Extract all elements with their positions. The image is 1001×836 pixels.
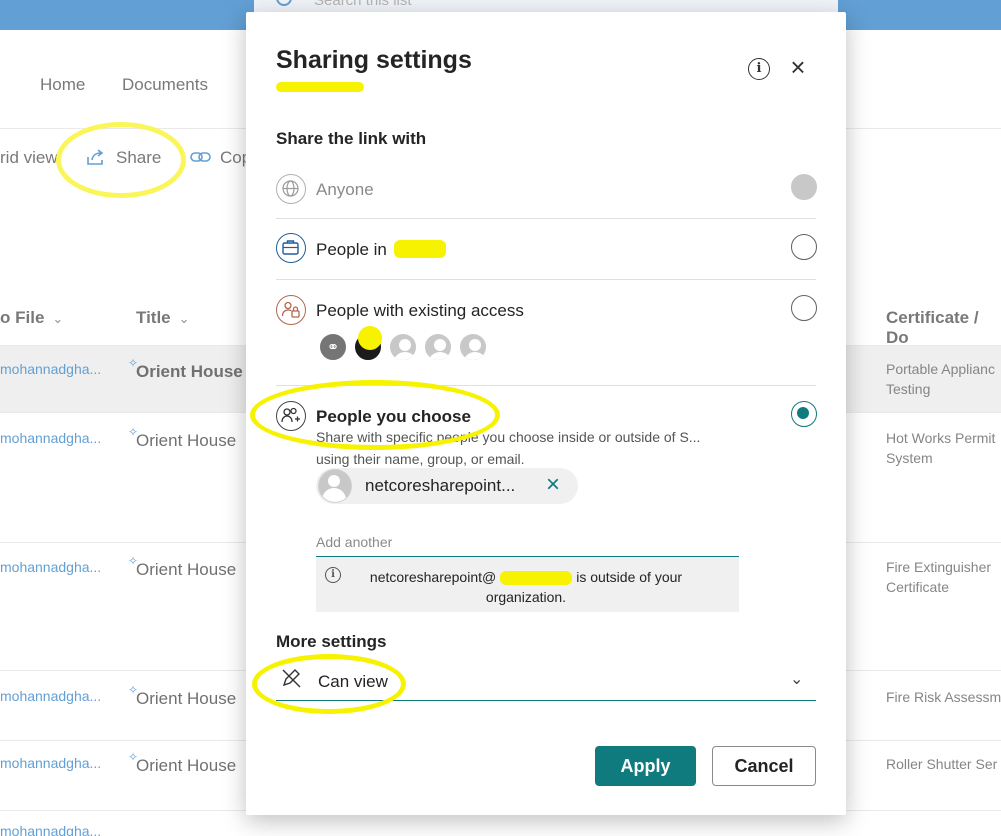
external-user-notice: i netcoresharepoint@ is outside of your o… bbox=[316, 557, 739, 612]
option-people-in-org[interactable]: People in bbox=[276, 232, 817, 276]
globe-icon bbox=[276, 174, 306, 204]
highlight-mark bbox=[394, 240, 446, 258]
option-anyone-label: Anyone bbox=[316, 180, 374, 199]
avatar bbox=[318, 469, 352, 503]
people-lock-icon bbox=[276, 295, 306, 325]
highlight-mark bbox=[276, 82, 364, 92]
avatar bbox=[423, 332, 453, 362]
apply-button[interactable]: Apply bbox=[595, 746, 696, 786]
highlight-people-you-choose-mark bbox=[250, 380, 500, 450]
radio-existing-access[interactable] bbox=[791, 295, 817, 321]
highlight-can-view-mark bbox=[252, 654, 406, 714]
chevron-down-icon: ⌄ bbox=[790, 671, 804, 688]
info-icon: i bbox=[325, 567, 341, 583]
recipient-name: netcoresharepoint... bbox=[365, 476, 516, 495]
radio-anyone bbox=[791, 174, 817, 200]
highlight-mark bbox=[500, 571, 573, 586]
avatar bbox=[458, 332, 488, 362]
sharing-settings-dialog: Sharing settings i × Share the link with… bbox=[246, 12, 846, 815]
option-existing-access-label: People with existing access bbox=[316, 301, 524, 320]
info-icon[interactable]: i bbox=[748, 58, 770, 80]
share-with-label: Share the link with bbox=[276, 129, 427, 148]
highlight-mark bbox=[358, 326, 382, 350]
dialog-title: Sharing settings bbox=[276, 46, 472, 74]
add-another-input[interactable] bbox=[316, 520, 739, 557]
option-people-in-org-label: People in bbox=[316, 240, 387, 259]
notice-text: netcoresharepoint@ is outside of your org… bbox=[369, 569, 683, 605]
radio-people-you-choose[interactable] bbox=[791, 401, 817, 427]
radio-people-in-org[interactable] bbox=[791, 234, 817, 260]
option-anyone[interactable]: Anyone bbox=[276, 172, 817, 216]
link-icon: ⚭ bbox=[318, 332, 348, 362]
briefcase-icon bbox=[276, 233, 306, 263]
close-icon[interactable]: × bbox=[786, 54, 810, 80]
remove-recipient-icon[interactable]: × bbox=[546, 472, 560, 498]
recipient-chip: netcoresharepoint... × bbox=[316, 468, 578, 504]
cancel-button[interactable]: Cancel bbox=[712, 746, 816, 786]
avatar bbox=[388, 332, 418, 362]
divider bbox=[276, 279, 816, 280]
divider bbox=[276, 218, 816, 219]
more-settings-label: More settings bbox=[276, 632, 387, 651]
